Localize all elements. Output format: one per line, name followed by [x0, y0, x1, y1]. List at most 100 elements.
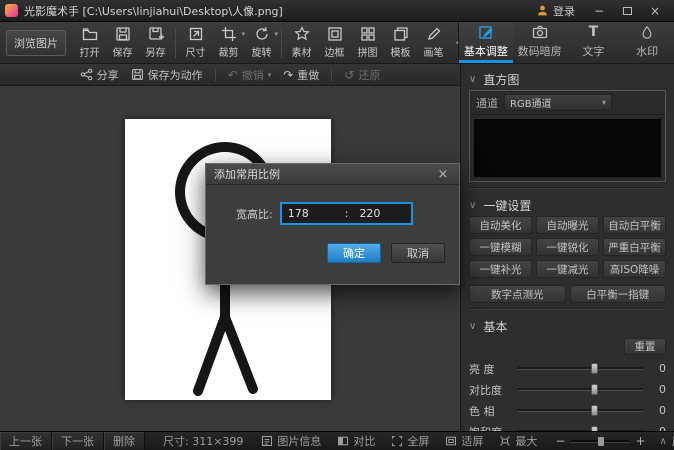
hue-slider[interactable]: [518, 409, 643, 412]
open-button[interactable]: 打开: [73, 26, 106, 59]
undo-button[interactable]: ↶ 撤销 ▾: [228, 67, 272, 83]
delete-image-button[interactable]: 删除: [104, 432, 145, 450]
restore-label: 还原: [358, 67, 380, 83]
fullscreen-button[interactable]: 全屏: [391, 433, 429, 449]
prev-image-button[interactable]: 上一张: [0, 432, 52, 450]
toolbar-separator: [175, 28, 176, 58]
button-label: 高ISO降噪: [610, 262, 660, 277]
share-button[interactable]: 分享: [80, 67, 119, 83]
histogram-section-header[interactable]: ∨ 直方图: [469, 68, 666, 90]
resize-label: 尺寸: [186, 44, 206, 59]
collage-button[interactable]: 拼图: [351, 26, 384, 59]
maximize-button[interactable]: [613, 0, 641, 21]
titlebar: 光影魔术手 [C:\Users\linjiahui\Desktop\人像.png…: [0, 0, 674, 22]
rotate-button[interactable]: ▾ 旋转: [245, 26, 278, 59]
severe-whitebalance-button[interactable]: 严重白平衡: [603, 238, 666, 256]
border-button[interactable]: 边框: [318, 26, 351, 59]
ratio-width-input[interactable]: [282, 204, 340, 223]
brightness-slider[interactable]: [518, 367, 643, 370]
brightness-label: 亮 度: [469, 361, 511, 377]
next-label: 下一张: [61, 433, 94, 449]
compare-icon: [337, 435, 349, 447]
resize-button[interactable]: 尺寸: [179, 26, 212, 59]
crop-button[interactable]: ▾ 裁剪: [212, 26, 245, 59]
contrast-slider[interactable]: [518, 388, 643, 391]
close-button[interactable]: ×: [641, 0, 669, 21]
max-zoom-button[interactable]: 最大: [499, 433, 537, 449]
tab-basic-adjust[interactable]: 基本调整: [459, 22, 513, 63]
restore-button[interactable]: ↺ 还原: [344, 67, 380, 83]
template-button[interactable]: 模板: [384, 26, 417, 59]
brush-button[interactable]: 画笔: [417, 26, 450, 59]
ok-label: 确定: [343, 245, 365, 261]
camera-icon: [532, 24, 548, 41]
compare-label: 对比: [353, 433, 375, 449]
resize-icon: [188, 26, 204, 42]
auto-beautify-button[interactable]: 自动美化: [469, 216, 532, 234]
oneclick-blur-button[interactable]: 一键模糊: [469, 238, 532, 256]
next-image-button[interactable]: 下一张: [52, 432, 104, 450]
save-button[interactable]: 保存: [106, 26, 139, 59]
template-label: 模板: [391, 44, 411, 59]
browse-images-button[interactable]: 浏览图片: [6, 30, 66, 56]
slider-handle[interactable]: [591, 363, 598, 374]
basic-section-header[interactable]: ∨ 基本: [469, 315, 666, 337]
zoom-slider[interactable]: [571, 440, 629, 443]
high-iso-denoise-button[interactable]: 高ISO降噪: [603, 260, 666, 278]
image-info-button[interactable]: 图片信息: [261, 433, 321, 449]
oneclick-section-header[interactable]: ∨ 一键设置: [469, 194, 666, 216]
material-label: 素材: [292, 44, 312, 59]
digital-spot-metering-button[interactable]: 数字点测光: [469, 285, 566, 303]
save-action-button[interactable]: 保存为动作: [131, 67, 203, 83]
minimize-icon: −: [594, 4, 604, 18]
oneclick-dim-light-button[interactable]: 一键减光: [536, 260, 599, 278]
slider-handle[interactable]: [591, 384, 598, 395]
undo-dropdown-icon[interactable]: ▾: [268, 71, 272, 79]
whitebalance-one-touch-button[interactable]: 白平衡一指键: [570, 285, 667, 303]
cancel-label: 取消: [407, 245, 429, 261]
histogram-plot: [473, 118, 662, 178]
open-label: 打开: [80, 44, 100, 59]
material-button[interactable]: 素材: [285, 26, 318, 59]
button-label: 一键锐化: [547, 240, 589, 255]
reset-button[interactable]: 重置: [624, 338, 666, 355]
tab-text[interactable]: T 文字: [567, 22, 621, 63]
button-label: 自动美化: [480, 218, 522, 233]
auto-whitebalance-button[interactable]: 自动白平衡: [603, 216, 666, 234]
rotate-dropdown-icon[interactable]: ▾: [274, 31, 278, 38]
button-label: 一键模糊: [480, 240, 522, 255]
tab-watermark[interactable]: 水印: [620, 22, 674, 63]
maximize-icon: [623, 7, 632, 15]
dialog-close-button[interactable]: ×: [435, 168, 451, 181]
zoom-slider-handle[interactable]: [598, 437, 604, 446]
fit-screen-button[interactable]: 适屏: [445, 433, 483, 449]
oneclick-sharpen-button[interactable]: 一键锐化: [536, 238, 599, 256]
fit-screen-icon: [445, 435, 457, 447]
histogram-title: 直方图: [483, 71, 519, 88]
minimize-button[interactable]: −: [585, 0, 613, 21]
template-icon: [393, 26, 409, 42]
login-button[interactable]: 登录: [526, 0, 585, 21]
channel-select[interactable]: RGB通道 ▾: [504, 94, 612, 111]
oneclick-fill-light-button[interactable]: 一键补光: [469, 260, 532, 278]
add-common-ratio-dialog: 添加常用比例 × 宽高比: : 确定 取消: [205, 163, 460, 285]
login-label: 登录: [553, 3, 575, 19]
save-label: 保存: [113, 44, 133, 59]
share-icon: [80, 68, 93, 81]
expand-panel-button[interactable]: ∧ 展开(1): [660, 433, 674, 449]
compare-button[interactable]: 对比: [337, 433, 375, 449]
ok-button[interactable]: 确定: [327, 243, 381, 263]
tab-digital-darkroom[interactable]: 数码暗房: [513, 22, 567, 63]
ratio-height-input[interactable]: [353, 204, 411, 223]
cancel-button[interactable]: 取消: [391, 243, 445, 263]
max-zoom-label: 最大: [515, 433, 537, 449]
fullscreen-label: 全屏: [407, 433, 429, 449]
auto-exposure-button[interactable]: 自动曝光: [536, 216, 599, 234]
redo-button[interactable]: ↷ 重做: [283, 67, 319, 83]
zoom-in-button[interactable]: +: [635, 434, 645, 448]
button-label: 严重白平衡: [608, 240, 661, 255]
save-as-button[interactable]: 另存: [139, 26, 172, 59]
zoom-out-button[interactable]: −: [555, 434, 565, 448]
actionbar-separator: [215, 68, 216, 81]
slider-handle[interactable]: [591, 405, 598, 416]
